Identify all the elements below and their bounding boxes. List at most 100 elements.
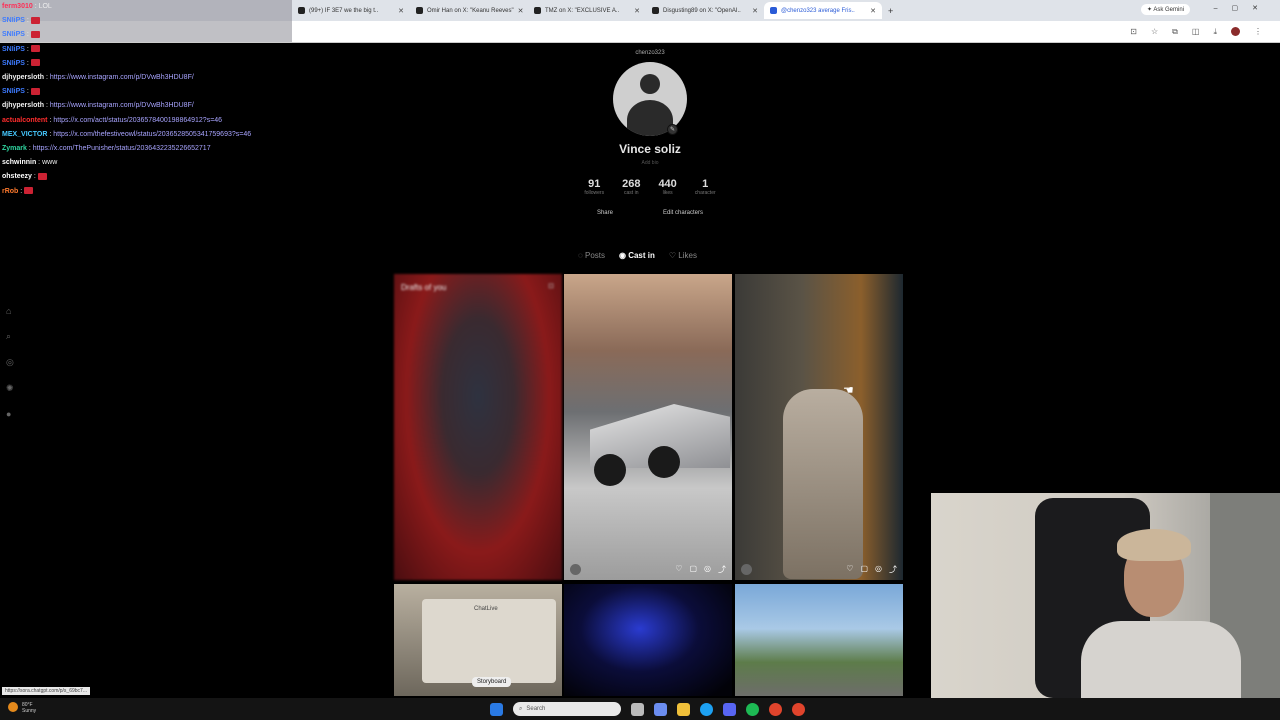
browser-tab[interactable]: (99+) IF 3E7 we the big t.. ✕ — [292, 2, 410, 19]
heart-icon[interactable]: ♡ — [675, 564, 682, 575]
chat-username[interactable]: SNIiPS — [2, 46, 25, 53]
chat-username[interactable]: actualcontent — [2, 117, 48, 124]
tab-title: @chenzo323 average Fris.. — [781, 7, 855, 14]
chat-username[interactable]: MEX_VICTOR — [2, 131, 47, 138]
tab-cast-in[interactable]: ◉ Cast in — [619, 251, 655, 260]
edge-icon[interactable] — [700, 702, 713, 716]
heart-icon[interactable]: ♡ — [846, 564, 853, 575]
home-icon[interactable]: ⌂ — [6, 306, 14, 316]
share-icon[interactable]: ⤴ — [889, 564, 897, 575]
chat-username[interactable]: djhypersloth — [2, 102, 44, 109]
comment-icon[interactable]: ▢ — [860, 564, 868, 575]
edit-avatar-icon[interactable]: ✎ — [667, 124, 678, 135]
chat-link[interactable]: https://x.com/ThePunisher/status/2036432… — [33, 145, 211, 152]
browser-tab[interactable]: TMZ on X: "EXCLUSIVE A.. ✕ — [528, 2, 646, 19]
profile-handle: chenzo323 — [635, 50, 665, 56]
video-tile[interactable] — [564, 584, 732, 696]
task-view-icon[interactable] — [631, 702, 644, 716]
chat-username[interactable]: ferm3010 — [2, 3, 33, 10]
chat-username[interactable]: SNIiPS — [2, 60, 25, 67]
chat-link[interactable]: https://www.instagram.com/p/DVwBh3HDU8F/ — [50, 102, 194, 109]
close-icon[interactable]: ✕ — [398, 7, 404, 15]
tab-favicon-icon — [770, 7, 777, 14]
stat-followers[interactable]: 91 followers — [584, 178, 604, 196]
chat-separator: : — [24, 17, 31, 25]
tile-actions: ♡ ▢ ◎ ⤴ — [675, 564, 726, 575]
menu-icon[interactable]: ⋮ — [1254, 27, 1262, 37]
remix-icon[interactable]: ◎ — [704, 564, 711, 575]
extensions-icon[interactable]: ⧉ — [1172, 27, 1178, 37]
edit-characters-button[interactable]: Edit characters — [663, 210, 703, 216]
share-icon[interactable]: ⤴ — [718, 564, 726, 575]
tab-favicon-icon — [652, 7, 659, 14]
share-button[interactable]: Share — [597, 210, 613, 216]
chat-message: actualcontent : https://x.com/actt/statu… — [2, 114, 292, 128]
drafts-tile[interactable]: Drafts of you ⊡ — [394, 274, 562, 580]
download-icon[interactable]: ⤓ — [1213, 27, 1217, 37]
creator-avatar[interactable] — [570, 564, 581, 575]
chat-link[interactable]: https://x.com/actt/status/20365784001988… — [53, 117, 222, 124]
chat-link[interactable]: https://x.com/thefestiveowl/status/20365… — [53, 131, 251, 138]
sun-icon — [8, 702, 18, 712]
chrome-icon[interactable] — [792, 702, 805, 716]
chat-username[interactable]: djhypersloth — [2, 74, 44, 81]
chat-username[interactable]: SNIiPS — [2, 31, 25, 38]
file-explorer-icon[interactable] — [677, 702, 690, 716]
profile-avatar-icon[interactable] — [1231, 27, 1240, 36]
install-icon[interactable]: ⊡ — [1130, 27, 1137, 37]
chat-message: Zymark : https://x.com/ThePunisher/statu… — [2, 142, 292, 156]
stat-label: likes — [662, 190, 673, 196]
window-controls[interactable]: –▢✕ — [1214, 4, 1272, 12]
stat-cast-in[interactable]: 268 cast in — [622, 178, 640, 196]
drafts-label: Drafts of you — [401, 283, 447, 292]
activity-icon[interactable]: ✺ — [6, 383, 14, 394]
profile-icon[interactable]: ● — [6, 409, 14, 419]
stat-likes[interactable]: 440 likes — [658, 178, 676, 196]
browser-tab-active[interactable]: @chenzo323 average Fris.. ✕ — [764, 2, 882, 19]
creator-avatar[interactable] — [741, 564, 752, 575]
remix-icon[interactable]: ◎ — [875, 564, 882, 575]
chat-username[interactable]: ohsteezy — [2, 173, 32, 180]
profile-actions: Share Edit characters — [560, 210, 740, 216]
chat-username[interactable]: rRob — [2, 188, 18, 195]
chat-separator: : — [24, 59, 31, 67]
copilot-icon[interactable] — [654, 702, 667, 716]
stat-characters[interactable]: 1 character — [695, 178, 716, 196]
explore-icon[interactable]: ◎ — [6, 357, 14, 368]
video-tile[interactable]: ChatLive Storyboard — [394, 584, 562, 696]
sidepanel-icon[interactable]: ◫ — [1192, 27, 1200, 37]
taskbar-search[interactable]: ⌕ Search — [513, 702, 621, 716]
chrome-icon[interactable] — [769, 702, 782, 716]
chat-username[interactable]: Zymark — [2, 145, 27, 152]
webcam-overlay — [931, 493, 1280, 720]
browser-tab[interactable]: Disgusting89 on X: "OpenAI.. ✕ — [646, 2, 764, 19]
bookmark-star-icon[interactable]: ☆ — [1151, 27, 1158, 37]
browser-tab[interactable]: Omir Han on X: "Keanu Reeves" ✕ — [410, 2, 528, 19]
ask-gemini-button[interactable]: ✦ Ask Gemini — [1140, 4, 1190, 15]
chat-separator: : — [31, 173, 38, 181]
comment-icon[interactable]: ▢ — [689, 564, 697, 575]
chat-link[interactable]: https://www.instagram.com/p/DVwBh3HDU8F/ — [50, 74, 194, 81]
weather-widget[interactable]: 80°F Sunny — [8, 702, 36, 714]
close-icon[interactable]: ✕ — [634, 7, 640, 15]
close-icon[interactable]: ✕ — [870, 7, 876, 15]
discord-icon[interactable] — [723, 702, 736, 716]
video-tile[interactable] — [735, 584, 903, 696]
video-tile[interactable]: ♡ ▢ ◎ ⤴ — [564, 274, 732, 580]
chat-username[interactable]: SNIiPS — [2, 88, 25, 95]
close-icon[interactable]: ✕ — [518, 7, 524, 15]
windows-start-icon[interactable] — [490, 702, 503, 716]
chat-message: SNIiPS : — [2, 14, 292, 28]
close-icon[interactable]: ✕ — [752, 7, 758, 15]
chat-username[interactable]: schwinnin — [2, 159, 36, 166]
chat-message: SNIiPS : — [2, 57, 292, 71]
new-tab-icon[interactable]: + — [888, 6, 893, 16]
spotify-icon[interactable] — [746, 702, 759, 716]
add-bio-link[interactable]: Add bio — [560, 160, 740, 166]
tab-likes[interactable]: ♡ Likes — [669, 251, 697, 260]
search-icon[interactable]: ⌕ — [6, 331, 14, 342]
chat-username[interactable]: SNIiPS — [2, 17, 25, 24]
tab-posts[interactable]: ◌ Posts — [578, 251, 605, 260]
chat-message: SNIiPS : — [2, 43, 292, 57]
video-tile[interactable]: ♡ ▢ ◎ ⤴ — [735, 274, 903, 580]
